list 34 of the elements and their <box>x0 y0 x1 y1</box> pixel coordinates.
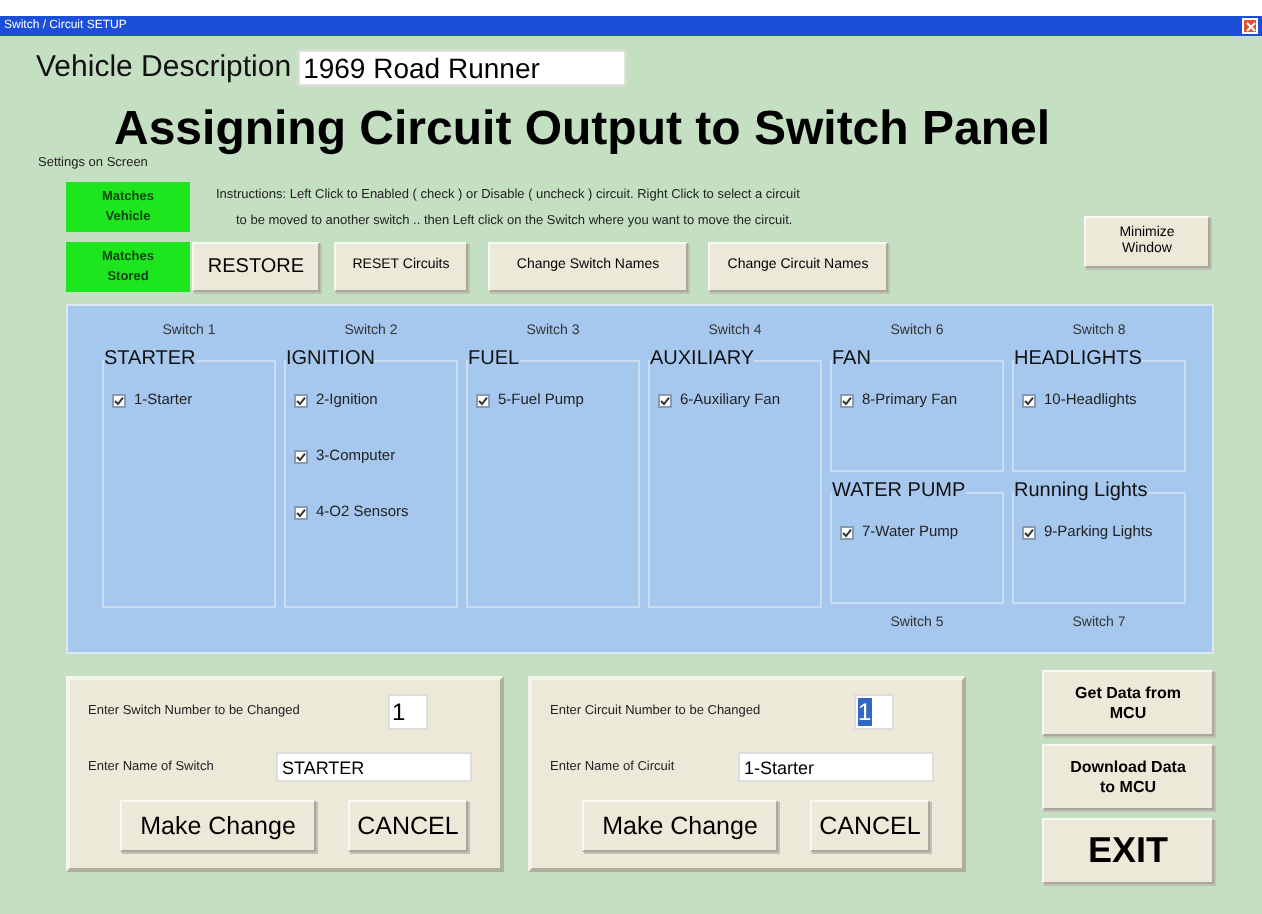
group-title: FAN <box>832 348 871 372</box>
make-change-button[interactable]: Make Change <box>120 800 316 852</box>
number-field[interactable]: 1 <box>854 694 894 730</box>
cancel-button[interactable]: CANCEL <box>810 800 930 852</box>
checkbox[interactable] <box>112 393 126 407</box>
checkbox[interactable] <box>294 393 308 407</box>
checkbox[interactable] <box>294 449 308 463</box>
checkbox[interactable] <box>476 393 490 407</box>
exit-button[interactable]: EXIT <box>1042 818 1214 884</box>
group-title: Running Lights <box>1014 480 1148 504</box>
group-title: STARTER <box>104 348 196 372</box>
group-title: WATER PUMP <box>832 480 966 504</box>
cancel-button[interactable]: CANCEL <box>348 800 468 852</box>
number-field[interactable]: 1 <box>388 694 428 730</box>
mcu-button[interactable]: Get Data from MCU <box>1042 670 1214 736</box>
vehicle-field[interactable]: 1969 Road Runner <box>297 50 626 86</box>
checkbox[interactable] <box>1022 393 1036 407</box>
group-title: IGNITION <box>286 348 375 372</box>
group-title: AUXILIARY <box>650 348 755 372</box>
close-icon[interactable] <box>1242 18 1258 34</box>
group-title: HEADLIGHTS <box>1014 348 1142 372</box>
checkbox[interactable] <box>294 505 308 519</box>
group-title: FUEL <box>468 348 520 372</box>
heading: Assigning Circuit Output to Switch Panel <box>114 102 1051 156</box>
mcu-button[interactable]: Download Data to MCU <box>1042 744 1214 810</box>
checkbox[interactable] <box>1022 525 1036 539</box>
toolbar-button[interactable]: RESTORE <box>192 242 320 292</box>
checkbox[interactable] <box>840 393 854 407</box>
name-field[interactable]: 1-Starter <box>738 752 934 782</box>
checkbox[interactable] <box>658 393 672 407</box>
name-field[interactable]: STARTER <box>276 752 472 782</box>
make-change-button[interactable]: Make Change <box>582 800 778 852</box>
field-label: Vehicle Description <box>36 47 292 88</box>
checkbox[interactable] <box>840 525 854 539</box>
